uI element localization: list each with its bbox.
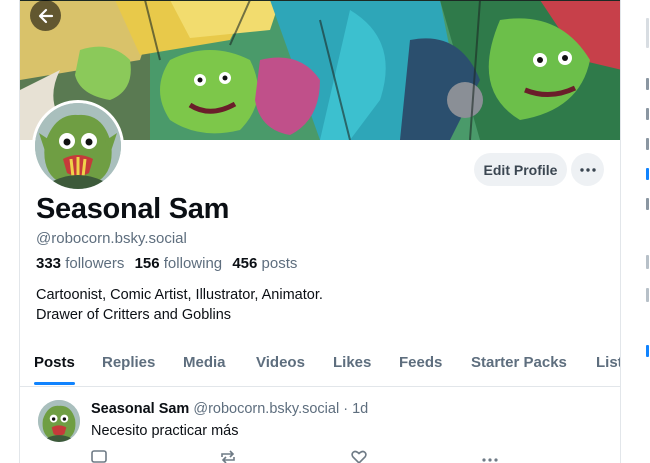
followers-link[interactable]: 333 followers [36,255,124,272]
profile-stats: 333 followers 156 following 456 posts [36,255,297,272]
bio-line: Drawer of Critters and Goblins [36,307,232,323]
active-tab-indicator [34,382,75,385]
profile-tabs: Posts Replies Media Videos Likes Feeds S… [20,340,620,387]
post-text: Necesito practicar más [91,423,239,439]
posts-label: posts [261,255,298,272]
bio-line: Cartoonist, Comic Artist, Illustrator, A… [36,287,323,303]
repost-button[interactable] [219,448,237,463]
tab-videos[interactable]: Videos [256,354,305,371]
back-button[interactable] [30,0,61,31]
goblin-avatar-image [38,400,80,442]
ellipsis-icon [579,167,596,172]
edit-profile-button[interactable]: Edit Profile [474,153,567,186]
arrow-left-icon [38,8,53,23]
followers-label: followers [65,255,125,272]
post-more-button[interactable] [481,448,499,463]
heart-icon [351,450,367,463]
tab-lists[interactable]: List [596,354,620,371]
profile-avatar[interactable] [32,100,124,192]
tab-starter-packs[interactable]: Starter Packs [471,354,567,371]
profile-column: Edit Profile Seasonal Sam @robocorn.bsky… [19,0,621,463]
posts-count: 456 [232,255,258,272]
tab-posts[interactable]: Posts [34,354,75,371]
repost-icon [221,450,235,463]
post-header: Seasonal Sam @robocorn.bsky.social · 1d [91,401,368,417]
goblin-avatar-image [35,103,121,189]
post-author-handle[interactable]: @robocorn.bsky.social [193,401,339,417]
post-separator: · [343,401,349,417]
reply-button[interactable] [90,448,108,463]
following-link[interactable]: 156 following [135,255,223,272]
ellipsis-icon [482,458,498,462]
reply-icon [91,450,107,463]
post-author-avatar[interactable] [38,400,80,442]
tab-feeds[interactable]: Feeds [399,354,442,371]
post-timestamp[interactable]: 1d [352,401,368,417]
following-count: 156 [134,255,160,272]
like-button[interactable] [350,448,368,463]
tab-replies[interactable]: Replies [102,354,155,371]
profile-more-button[interactable] [571,153,604,186]
profile-handle: @robocorn.bsky.social [36,230,187,247]
display-name: Seasonal Sam [36,193,230,225]
tab-likes[interactable]: Likes [333,354,371,371]
post-author-name[interactable]: Seasonal Sam [91,401,189,417]
followers-count: 333 [36,255,62,272]
profile-bio: Cartoonist, Comic Artist, Illustrator, A… [36,285,323,325]
following-label: following [163,255,223,272]
tab-media[interactable]: Media [183,354,226,371]
posts-stat: 456 posts [232,255,297,272]
right-sidebar-edge [646,0,650,463]
